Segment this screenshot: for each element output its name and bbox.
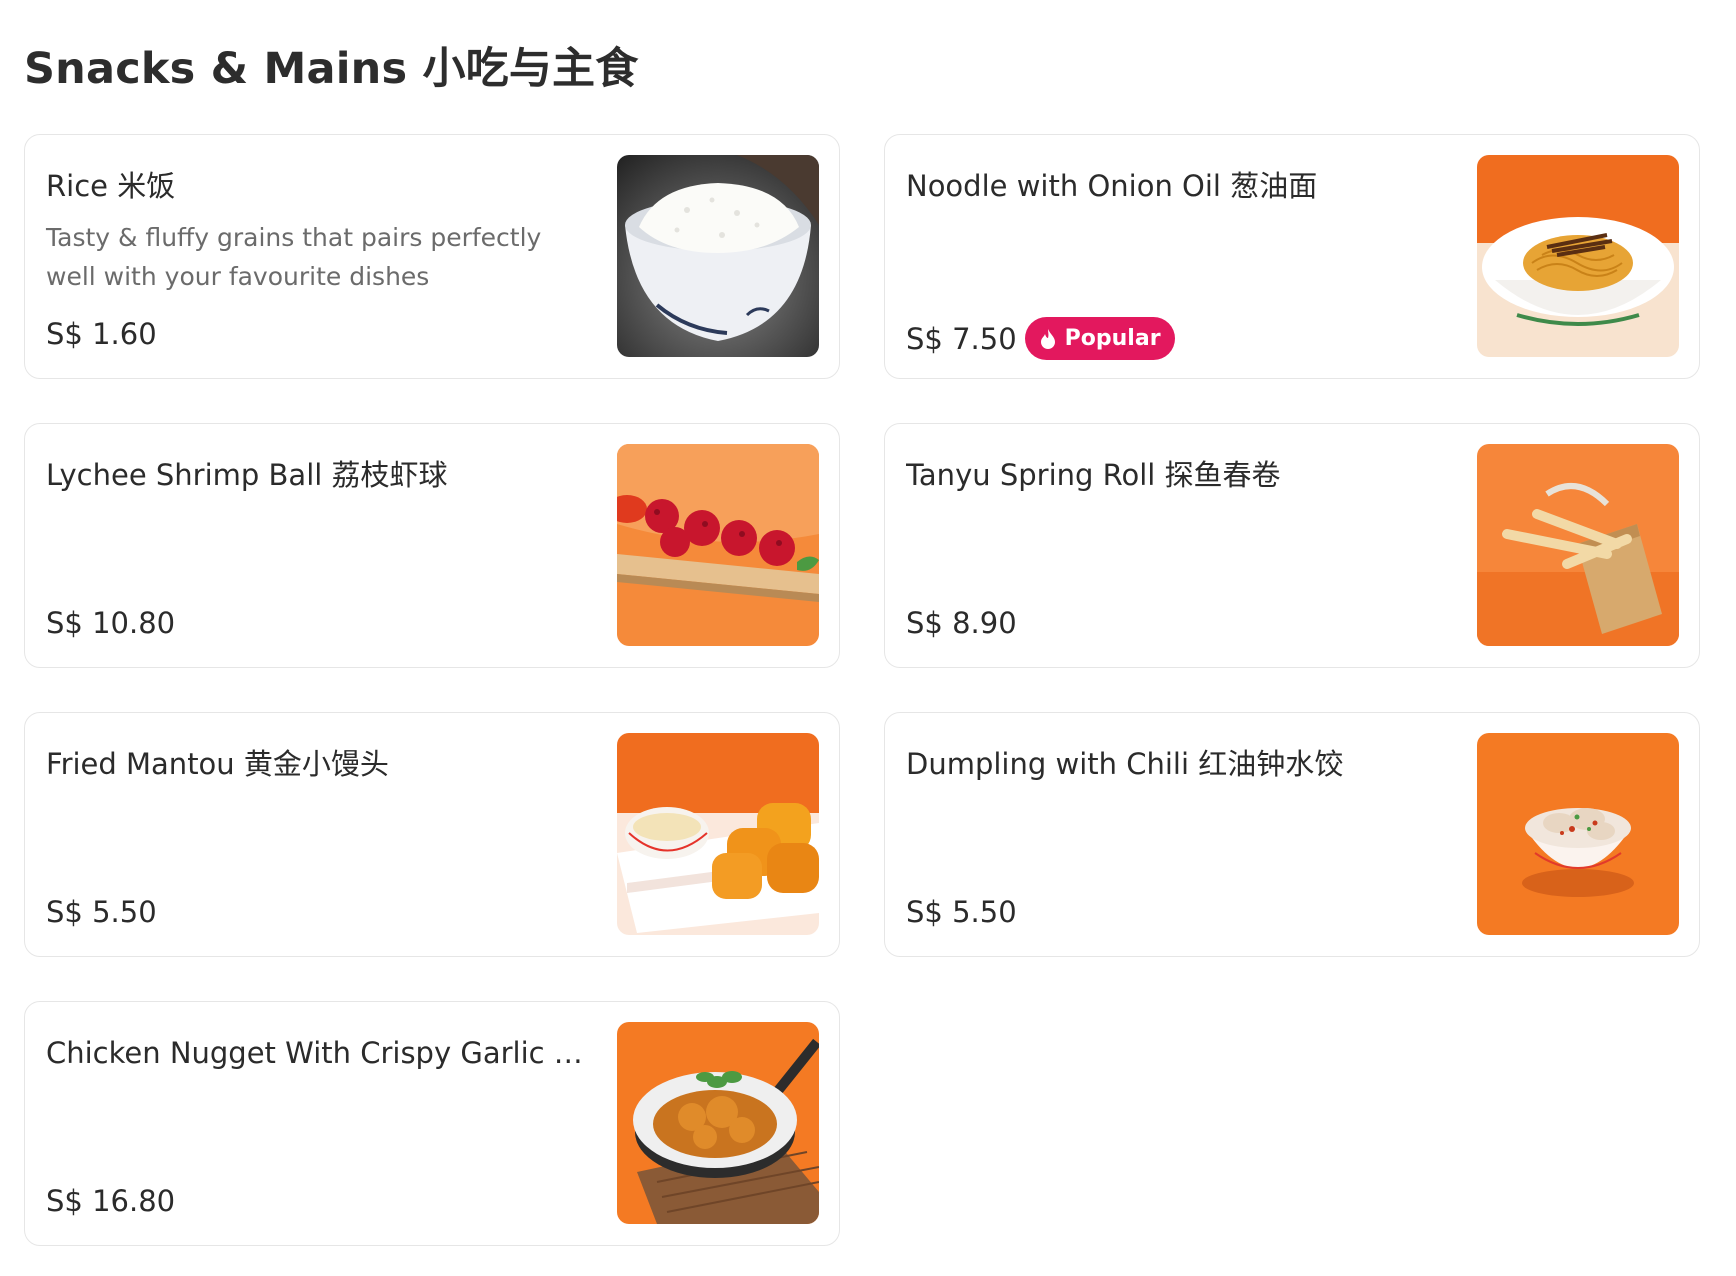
menu-page: Snacks & Mains 小吃与主食 Rice 米饭 Tasty & flu…: [0, 0, 1736, 1276]
menu-item-card[interactable]: Fried Mantou 黄金小馒头 S$ 5.50: [24, 712, 840, 957]
mantou-image: [617, 733, 819, 935]
item-price: S$ 5.50: [906, 895, 1017, 929]
popular-badge: Popular: [1024, 317, 1175, 360]
item-name: Noodle with Onion Oil 葱油面: [906, 169, 1318, 203]
item-description: Tasty & fluffy grains that pairs perfect…: [46, 223, 542, 291]
item-price: S$ 7.50: [906, 321, 1017, 356]
item-name: Rice 米饭: [46, 169, 176, 203]
chicken-nugget-image: [617, 1022, 819, 1224]
menu-item-card[interactable]: Chicken Nugget With Crispy Garlic 避… S$ …: [24, 1001, 840, 1246]
price-row: S$ 10.80: [46, 606, 175, 640]
shrimp-ball-image: [617, 444, 819, 646]
item-price: S$ 10.80: [46, 606, 176, 640]
price-row: S$ 8.90: [906, 606, 1017, 640]
price-row: S$ 5.50: [46, 895, 157, 929]
spring-roll-photo[interactable]: [1477, 444, 1679, 646]
menu-item-card[interactable]: Tanyu Spring Roll 探鱼春卷 S$ 8.90: [884, 423, 1700, 668]
item-price: S$ 16.80: [46, 1184, 176, 1218]
item-name: Dumpling with Chili 红油钟水饺: [906, 747, 1344, 781]
item-name: Lychee Shrimp Ball 荔枝虾球: [46, 458, 448, 492]
rice-bowl-image: [617, 155, 819, 357]
menu-grid: Rice 米饭 Tasty & fluffy grains that pairs…: [24, 134, 1700, 1246]
item-price: S$ 1.60: [46, 317, 157, 351]
price-row: S$ 7.50 Popular: [906, 317, 1175, 360]
flame-icon: [1040, 328, 1055, 349]
menu-item-card[interactable]: Dumpling with Chili 红油钟水饺 S$ 5.50: [884, 712, 1700, 957]
noodle-bowl-image: [1477, 155, 1679, 357]
chicken-nugget-photo[interactable]: [617, 1022, 819, 1224]
item-price: S$ 8.90: [906, 606, 1017, 640]
menu-item-card[interactable]: Rice 米饭 Tasty & fluffy grains that pairs…: [24, 134, 840, 379]
fried-mantou-photo[interactable]: [617, 733, 819, 935]
item-name: Tanyu Spring Roll 探鱼春卷: [906, 458, 1281, 492]
dumpling-image: [1477, 733, 1679, 935]
menu-item-card[interactable]: Noodle with Onion Oil 葱油面 S$ 7.50 Popula…: [884, 134, 1700, 379]
lychee-shrimp-photo[interactable]: [617, 444, 819, 646]
dumpling-photo[interactable]: [1477, 733, 1679, 935]
item-name: Fried Mantou 黄金小馒头: [46, 747, 389, 781]
badge-label: Popular: [1064, 326, 1161, 351]
spring-roll-image: [1477, 444, 1679, 646]
section-title: Snacks & Mains 小吃与主食: [24, 44, 639, 94]
rice-photo[interactable]: [617, 155, 819, 357]
item-name: Chicken Nugget With Crispy Garlic 避…: [46, 1036, 606, 1070]
price-row: S$ 5.50: [906, 895, 1017, 929]
price-row: S$ 1.60: [46, 317, 157, 351]
menu-item-card[interactable]: Lychee Shrimp Ball 荔枝虾球 S$ 10.80: [24, 423, 840, 668]
item-price: S$ 5.50: [46, 895, 157, 929]
noodle-photo[interactable]: [1477, 155, 1679, 357]
price-row: S$ 16.80: [46, 1184, 175, 1218]
